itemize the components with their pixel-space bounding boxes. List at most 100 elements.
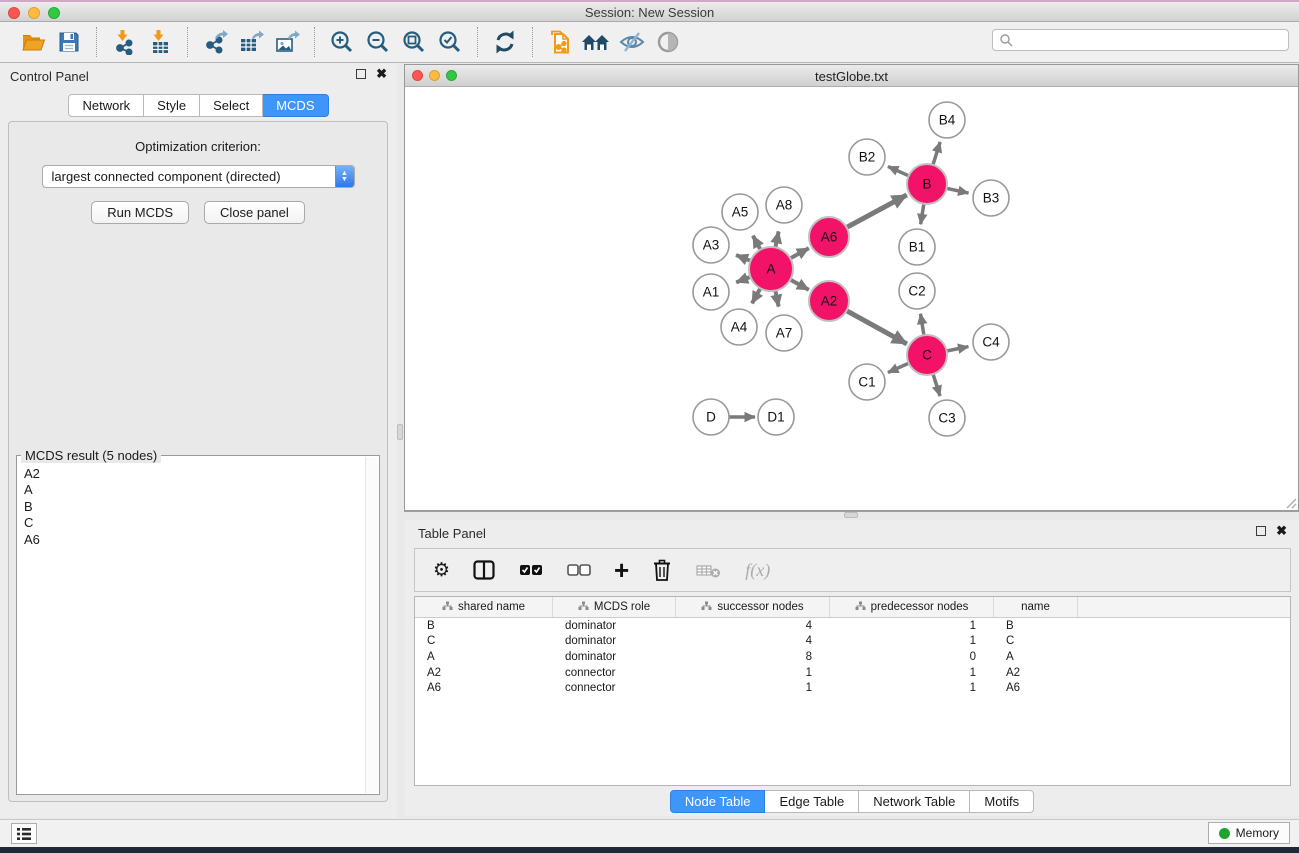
cell-shared-name: A	[415, 651, 553, 663]
tab-style[interactable]: Style	[144, 94, 200, 117]
column-header-predecessor-nodes[interactable]: predecessor nodes	[830, 597, 994, 617]
mcds-result-item[interactable]: B	[24, 499, 379, 515]
tab-network-table[interactable]: Network Table	[859, 790, 970, 813]
column-header-MCDS-role[interactable]: MCDS role	[553, 597, 676, 617]
document-network-icon[interactable]	[545, 27, 575, 57]
table-row[interactable]: A6connector11A6	[415, 680, 1290, 696]
hide-selected-eye-icon[interactable]	[617, 27, 647, 57]
import-table-icon[interactable]	[145, 27, 175, 57]
edge-A-A5[interactable]	[753, 236, 761, 250]
network-graph[interactable]: B4B2BB3A8A5A6A3B1AC2A1A2A4A7C4CC1C3DD1	[405, 87, 1298, 510]
table-row[interactable]: A2connector11A2	[415, 665, 1290, 681]
node-label-C3: C3	[938, 411, 955, 426]
tab-network[interactable]: Network	[68, 94, 144, 117]
edge-C-C4[interactable]	[947, 347, 969, 351]
search-icon	[999, 33, 1014, 48]
mcds-result-item[interactable]: A2	[24, 466, 379, 482]
run-mcds-button[interactable]: Run MCDS	[91, 201, 189, 224]
close-panel-button[interactable]: Close panel	[204, 201, 305, 224]
mcds-result-item[interactable]: C	[24, 515, 379, 531]
edge-A-A7[interactable]	[775, 291, 778, 307]
edge-A-A2[interactable]	[790, 280, 809, 290]
search-input[interactable]	[1014, 33, 1288, 47]
edge-A-A3[interactable]	[736, 255, 751, 261]
mcds-result-list[interactable]: A2ABCA6	[17, 456, 379, 548]
edge-C-C2[interactable]	[921, 314, 924, 336]
network-window-titlebar[interactable]: testGlobe.txt	[405, 65, 1298, 87]
column-header-successor-nodes[interactable]: successor nodes	[676, 597, 830, 617]
save-session-icon[interactable]	[54, 27, 84, 57]
tab-edge-table[interactable]: Edge Table	[765, 790, 859, 813]
node-table[interactable]: shared nameMCDS rolesuccessor nodesprede…	[414, 596, 1291, 786]
network-canvas[interactable]: B4B2BB3A8A5A6A3B1AC2A1A2A4A7C4CC1C3DD1	[405, 87, 1298, 510]
edge-A-A8[interactable]	[775, 231, 778, 247]
open-folder-icon[interactable]	[18, 27, 48, 57]
edge-A6-B[interactable]	[847, 195, 907, 228]
zoom-out-icon[interactable]	[363, 27, 393, 57]
tab-select[interactable]: Select	[200, 94, 263, 117]
edge-A-A4[interactable]	[752, 288, 760, 303]
status-bar: Memory	[0, 819, 1299, 847]
edge-A-A1[interactable]	[736, 277, 750, 282]
add-column-icon[interactable]: +	[614, 555, 629, 585]
node-label-A6: A6	[821, 230, 838, 245]
table-row[interactable]: Bdominator41B	[415, 618, 1290, 634]
edge-B-B3[interactable]	[947, 188, 969, 193]
cell-successor-nodes: 4	[676, 635, 830, 647]
optimization-criterion-select[interactable]: largest connected component (directed) ▲…	[42, 165, 355, 188]
edge-B-B1[interactable]	[921, 204, 924, 225]
node-label-A5: A5	[732, 205, 749, 220]
export-table-icon[interactable]	[236, 27, 266, 57]
select-all-icon[interactable]	[518, 555, 544, 585]
table-float-panel-icon[interactable]	[1256, 526, 1266, 536]
column-header-shared-name[interactable]: shared name	[415, 597, 553, 617]
export-image-icon[interactable]	[272, 27, 302, 57]
edge-B-B4[interactable]	[933, 142, 940, 165]
table-settings-gear-icon[interactable]: ⚙	[433, 555, 450, 585]
result-scrollbar[interactable]	[365, 457, 378, 793]
cell-predecessor-nodes: 1	[830, 667, 994, 679]
node-label-B4: B4	[939, 113, 956, 128]
memory-button[interactable]: Memory	[1208, 822, 1290, 844]
column-header-name[interactable]: name	[994, 597, 1078, 617]
home-network-icon[interactable]	[581, 27, 611, 57]
zoom-selected-icon[interactable]	[435, 27, 465, 57]
mcds-tab-content: Optimization criterion: largest connecte…	[8, 121, 388, 802]
mcds-result-item[interactable]: A	[24, 482, 379, 498]
zoom-in-icon[interactable]	[327, 27, 357, 57]
resize-grip-icon[interactable]	[1283, 495, 1297, 509]
edge-C-C3[interactable]	[933, 374, 940, 396]
show-columns-icon[interactable]	[472, 555, 496, 585]
horizontal-splitter-grip[interactable]	[844, 512, 858, 518]
cell-MCDS-role: connector	[553, 682, 676, 694]
table-row[interactable]: Adominator80A	[415, 649, 1290, 665]
tab-mcds[interactable]: MCDS	[263, 94, 328, 117]
edge-C-C1[interactable]	[888, 363, 909, 372]
application-window: Session: New Session	[0, 0, 1299, 853]
tab-motifs[interactable]: Motifs	[970, 790, 1034, 813]
float-panel-icon[interactable]	[356, 69, 366, 79]
show-eye-icon[interactable]	[653, 27, 683, 57]
memory-status-icon	[1219, 828, 1230, 839]
close-panel-icon[interactable]: ✖	[376, 69, 387, 79]
function-builder-icon: f(x)	[745, 555, 770, 585]
table-row[interactable]: Cdominator41C	[415, 634, 1290, 650]
task-history-button[interactable]	[11, 823, 37, 844]
node-label-A2: A2	[821, 294, 838, 309]
zoom-fit-icon[interactable]	[399, 27, 429, 57]
vertical-splitter-grip[interactable]	[397, 424, 403, 440]
tab-node-table[interactable]: Node Table	[670, 790, 766, 813]
refresh-layout-icon[interactable]	[490, 27, 520, 57]
mcds-result-item[interactable]: A6	[24, 532, 379, 548]
cell-shared-name: A2	[415, 667, 553, 679]
edge-A-A6[interactable]	[790, 248, 809, 258]
import-network-icon[interactable]	[109, 27, 139, 57]
edge-A2-C[interactable]	[847, 311, 907, 344]
table-close-panel-icon[interactable]: ✖	[1276, 526, 1287, 536]
search-field[interactable]	[992, 29, 1289, 51]
main-toolbar	[0, 22, 1299, 63]
edge-B-B2[interactable]	[888, 166, 909, 175]
deselect-all-icon[interactable]	[566, 555, 592, 585]
export-network-icon[interactable]	[200, 27, 230, 57]
trash-icon[interactable]	[651, 555, 673, 585]
